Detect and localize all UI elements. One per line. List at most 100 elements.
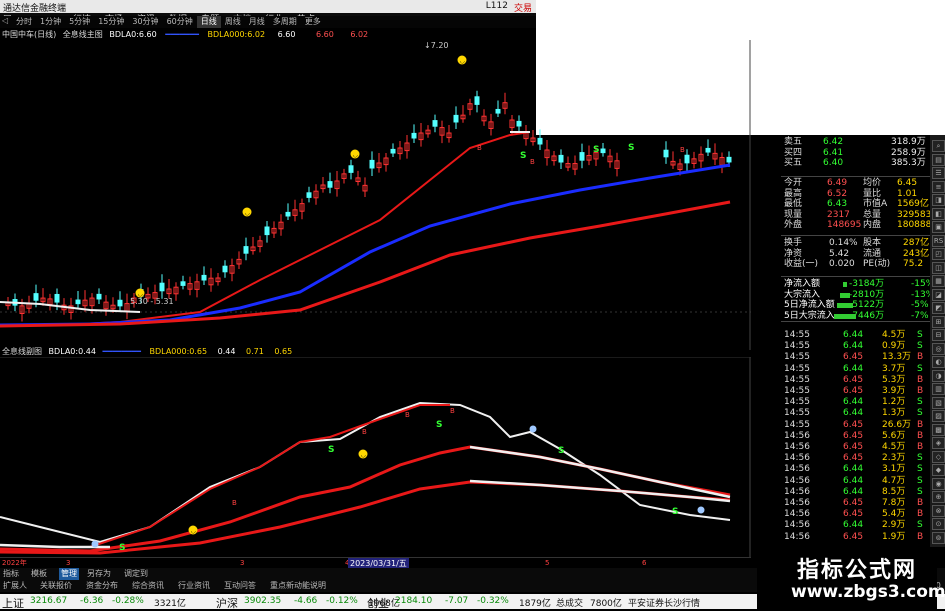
sub-indicator-chart[interactable]: ◡◡SSSSSBBB B [0,357,751,567]
total-amount: 7800亿 [590,599,622,609]
toolbar-icon[interactable]: ◩ [932,302,945,314]
info-tab-4[interactable]: 行业资讯 [178,580,210,592]
candle-body [558,154,564,163]
info-tab-0[interactable]: 扩展人 [3,580,27,592]
smile-marker-icon: ◡ [350,149,360,159]
toolbar-icon[interactable]: ▥ [932,383,945,395]
blue-line-label: ━━━━━━━ [165,30,199,39]
diamond-marker-icon [697,506,705,514]
tick-time: 14:56 [784,531,810,542]
toolbar-icon[interactable]: ◨ [932,194,945,206]
stat-label: PE(动) [863,259,891,269]
buy-signal-marker: B [362,428,367,436]
period-tab-0[interactable]: 分时 [12,16,36,28]
index-change: -6.36 [80,596,104,606]
stat-value: 75.2 [903,259,924,269]
ask-volume: 385.3万 [891,158,926,168]
label-name: BDLA000: [149,347,190,356]
high-price-label: ↓7.20 [424,41,449,50]
toolbar-icon[interactable]: ⊚ [932,531,945,544]
right-sidebar: ⌕ ▤ ☰ ≡ ◨ ◧ ▣ RS ◰ ◫ ▦ ◪ ◩ ⊞ ⊟ ◎ ◐ ◑ ▥ ▧ ▨ ▩ ◈ ◇ ◆ ◉ ⊕ ⊗ ⊙ ⊚ [930,135,945,547]
indicator-tab-4[interactable]: 调定到 [124,568,148,580]
diamond-marker-icon [91,540,99,548]
toolbar-icon[interactable]: ▧ [932,396,945,409]
toolbar-icon[interactable]: ◆ [932,464,945,476]
toolbar-icon[interactable]: ◪ [932,288,945,301]
indicator-tab-3[interactable]: 另存为 [87,568,111,580]
period-tab-3[interactable]: 15分钟 [94,16,128,28]
label-value: 0.71 [245,347,264,356]
candle-body [159,282,165,292]
ma-red-long [0,200,731,328]
period-tab-10[interactable]: 更多 [301,16,325,28]
period-tab-8[interactable]: 月线 [245,16,269,28]
candle-body [264,226,270,236]
toolbar-icon[interactable]: ⊞ [932,315,945,328]
toolbar-icon[interactable]: ⌕ [932,140,945,152]
back-icon[interactable]: ◁ [2,16,8,25]
sub-indicator-row: 全息线副图 BDLA0:0.44 ━━━━━━━━ BDLA000:0.65 0… [2,347,292,357]
period-tab-6[interactable]: 日线 [196,16,221,28]
indicator-tab-1[interactable]: 模板 [31,568,47,580]
candle-body [705,147,711,153]
toolbar-icon[interactable]: ⊟ [932,329,945,341]
toolbar-icon[interactable]: ⊗ [932,504,945,517]
toolbar-icon[interactable]: ◉ [932,477,945,490]
toolbar-icon[interactable]: ◑ [932,369,945,382]
toolbar-icon[interactable]: ⊕ [932,491,945,503]
toolbar-icon[interactable]: ◫ [932,261,945,274]
svg-text:◡: ◡ [460,58,465,65]
smile-marker-icon: ◡ [457,55,467,65]
smile-marker-icon: ◡ [242,207,252,217]
toolbar-icon[interactable]: ☰ [932,167,945,179]
main-candlestick-chart[interactable]: ◡◡◡◡↓7.205.30 - 5.31SS SBBB [0,40,751,350]
period-tab-9[interactable]: 多周期 [269,16,301,28]
toolbar-icon[interactable]: ◇ [932,450,945,463]
toolbar-icon[interactable]: ⊙ [932,518,945,530]
toolbar-icon[interactable]: ≡ [932,180,945,193]
indicator-tab-2[interactable]: 管理 [59,568,79,580]
candle-body [327,181,333,188]
indicator-tab-0[interactable]: 指标 [3,568,19,580]
toolbar-icon[interactable]: ◰ [932,248,945,260]
quote-ask-row: 买五 6.40 385.3万 [751,156,930,170]
period-tab-1[interactable]: 1分钟 [36,16,65,28]
period-tab-5[interactable]: 60分钟 [163,16,197,28]
toolbar-icon[interactable]: RS [932,234,945,247]
sub-red-low [0,480,731,555]
toolbar-icon[interactable]: ◎ [932,342,945,355]
info-tab-1[interactable]: 关联报价 [40,580,72,592]
info-tab-6[interactable]: 重点新动能说明 [270,580,326,592]
label-value-red: 6.60 [315,30,334,39]
candle-body [96,293,102,300]
main-indicator-name[interactable]: 全息线主图 [63,30,103,39]
period-tab-7[interactable]: 周线 [221,16,245,28]
stat-label: 内盘 [863,220,882,230]
buy-signal-marker: B [232,499,237,507]
toolbar-icon[interactable]: ◐ [932,356,945,368]
quote-stat-row: 收益(一) 0.020 PE(动) 75.2 [751,257,930,271]
smile-marker-icon: ◡ [358,449,368,459]
info-tab-2[interactable]: 资金分布 [86,580,118,592]
buy-signal-marker: B [680,146,685,154]
toolbar-icon[interactable]: ▤ [932,153,945,166]
info-tab-3[interactable]: 综合资讯 [132,580,164,592]
period-tab-2[interactable]: 5分钟 [65,16,94,28]
toolbar-icon[interactable]: ▦ [932,275,945,287]
toolbar-icon[interactable]: ▩ [932,423,945,436]
quote-panel: 卖五 6.42 318.9万 买四 6.41 258.9万 买五 6.40 385.3万 今开 6.… [751,135,934,547]
toolbar-icon[interactable]: ▣ [932,221,945,233]
tick-side: B [917,531,924,542]
period-tab-4[interactable]: 30分钟 [128,16,162,28]
sub-red-mid [0,445,731,553]
sub-indicator-name[interactable]: 全息线副图 [2,347,42,356]
label-value: 0.44 [217,347,236,356]
toolbar-icon[interactable]: ◧ [932,207,945,220]
toolbar-icon[interactable]: ◈ [932,437,945,449]
candle-body [117,299,123,307]
quote-stat-row: 外盘 148695 内盘 180888 [751,218,931,232]
info-tab-5[interactable]: 互动问答 [224,580,256,592]
tick-price: 6.45 [843,531,864,542]
diamond-marker-icon [529,425,537,433]
toolbar-icon[interactable]: ▨ [932,410,945,422]
